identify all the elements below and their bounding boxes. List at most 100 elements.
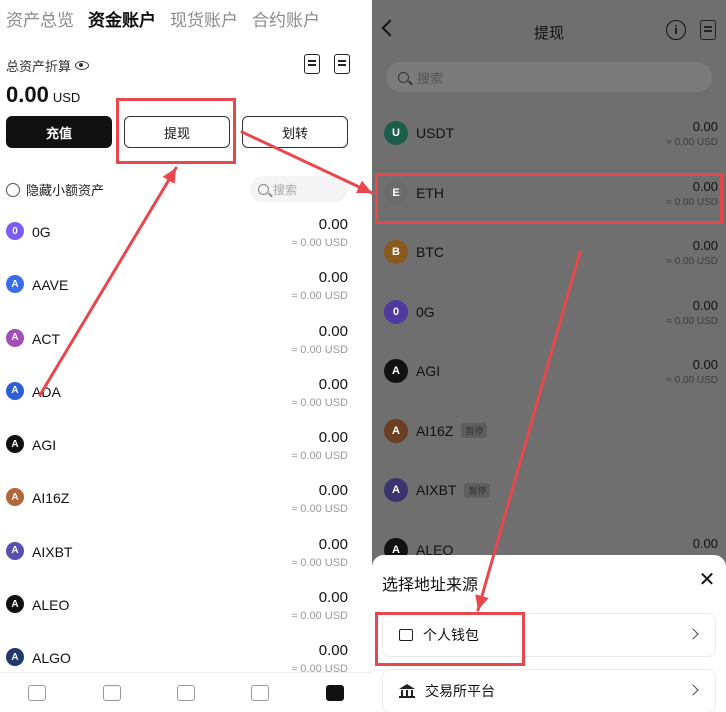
deposit-button[interactable]: 充值 — [6, 116, 112, 148]
suspended-badge: 暂停 — [464, 482, 491, 498]
wallet-icon[interactable] — [325, 684, 344, 701]
withdraw-header: 提现 i — [372, 0, 726, 60]
list-item[interactable]: A AI16Z 0.00 ≈ 0.00 USD — [0, 472, 372, 525]
coin-usd: ≈ 0.00 USD — [666, 375, 718, 386]
asset-usd: ≈ 0.00 USD — [291, 450, 348, 463]
asset-value: 0.00 — [318, 642, 348, 660]
suspended-badge: 暂停 — [461, 423, 488, 438]
chevron-right-icon — [687, 628, 699, 640]
total-balance: 0.00 USD — [6, 82, 80, 108]
home-icon[interactable] — [28, 684, 47, 701]
coin-value: 0.00 — [692, 119, 718, 134]
list-item[interactable]: A AIXBT 0.00 ≈ 0.00 USD — [0, 526, 372, 579]
asset-usd: ≈ 0.00 USD — [291, 556, 348, 569]
asset-value: 0.00 — [318, 589, 348, 607]
tab-futures-account[interactable]: 合约账户 — [252, 6, 320, 31]
search-icon — [398, 71, 409, 83]
coin-name: AIXBT — [416, 482, 457, 498]
chevron-right-icon — [687, 684, 699, 696]
asset-list: 0 0G 0.00 ≈ 0.00 USD A AAVE 0.00 ≈ 0.00 USD AA… — [0, 206, 372, 686]
coin-usd: ≈ 0.00 USD — [666, 315, 718, 327]
coin-usd: ≈ 0.00 USD — [666, 137, 718, 148]
list-item[interactable]: 0 0G 0.00 ≈ 0.00 USD — [372, 283, 726, 343]
top-icons — [304, 54, 350, 74]
coin-value: 0.00 — [692, 357, 718, 372]
coin-icon: 0 — [6, 222, 24, 240]
coin-icon: A — [6, 595, 24, 614]
trade-icon[interactable] — [176, 684, 195, 701]
asset-usd: ≈ 0.00 USD — [291, 396, 348, 409]
coin-icon: A — [384, 359, 408, 383]
hide-small-assets[interactable]: 隐藏小额资产 — [6, 180, 104, 199]
asset-search-input[interactable]: 搜索 — [250, 176, 348, 202]
asset-value: 0.00 — [318, 482, 348, 500]
bottom-nav — [0, 672, 372, 712]
records-icon[interactable] — [700, 20, 716, 40]
tab-spot-account[interactable]: 现货账户 — [170, 6, 238, 31]
list-item[interactable]: A AGI 0.00 ≈ 0.00 USD — [0, 419, 372, 472]
list-item[interactable]: U USDT 0.00 ≈ 0.00 USD — [372, 104, 726, 164]
list-item[interactable]: A AGI 0.00 ≈ 0.00 USD — [372, 342, 726, 402]
coin-icon: A — [6, 488, 24, 507]
asset-value: 0.00 — [318, 375, 348, 393]
account-tabs: 资产总览 资金账户 现货账户 合约账户 — [6, 6, 320, 31]
list-item[interactable]: A ALEO 0.00 ≈ 0.00 USD — [0, 579, 372, 632]
coin-icon: A — [384, 418, 408, 443]
info-icon[interactable]: i — [666, 20, 686, 40]
asset-usd: ≈ 0.00 USD — [291, 237, 348, 249]
coin-name: AI16Z — [416, 422, 454, 439]
asset-name: 0G — [32, 224, 51, 240]
withdraw-highlight — [116, 98, 236, 164]
asset-usd: ≈ 0.00 USD — [291, 610, 348, 623]
coin-value: 0.00 — [692, 297, 718, 313]
list-item[interactable]: A AIXBT 暂停 — [372, 461, 726, 521]
asset-name: ADA — [32, 383, 61, 400]
coin-icon: A — [6, 435, 24, 454]
coin-usd: ≈ 0.00 USD — [666, 256, 718, 267]
asset-usd: ≈ 0.00 USD — [291, 290, 348, 303]
records-icon[interactable] — [304, 54, 320, 74]
eth-highlight — [375, 173, 723, 224]
close-icon[interactable]: ✕ — [698, 570, 716, 590]
coin-icon: A — [384, 478, 408, 502]
total-assets-text: 总资产折算 — [6, 59, 72, 74]
coin-name: USDT — [416, 125, 455, 141]
list-item[interactable]: B BTC 0.00 ≈ 0.00 USD — [372, 223, 726, 283]
asset-value: 0.00 — [318, 269, 348, 287]
transfer-button[interactable]: 划转 — [242, 116, 348, 148]
coin-name: 0G — [416, 303, 435, 320]
list-item[interactable]: A ADA 0.00 ≈ 0.00 USD — [0, 366, 372, 419]
asset-usd: ≈ 0.00 USD — [291, 503, 348, 516]
eye-icon[interactable] — [75, 61, 90, 70]
asset-usd: ≈ 0.00 USD — [291, 343, 348, 356]
asset-name: AIXBT — [32, 543, 73, 560]
coin-value: 0.00 — [692, 535, 718, 551]
coin-icon: A — [6, 328, 24, 347]
tab-funding-account[interactable]: 资金账户 — [88, 6, 156, 31]
list-item[interactable]: A AAVE 0.00 ≈ 0.00 USD — [0, 259, 372, 312]
market-icon[interactable] — [102, 684, 121, 701]
coin-name: AGI — [416, 363, 441, 379]
list-item[interactable]: A AI16Z 暂停 — [372, 402, 726, 462]
asset-name: AGI — [32, 437, 57, 454]
asset-name: AAVE — [32, 277, 69, 294]
exchange-platform-option[interactable]: 交易所平台 — [382, 669, 716, 712]
coin-name: BTC — [416, 244, 444, 260]
asset-name: ACT — [32, 330, 60, 347]
sheet-title: 选择地址来源 — [382, 577, 479, 594]
list-item[interactable]: 0 0G 0.00 ≈ 0.00 USD — [0, 206, 372, 259]
tab-asset-overview[interactable]: 资产总览 — [6, 6, 74, 31]
coin-search-input[interactable]: 搜索 — [386, 62, 712, 92]
list-item[interactable]: A ACT 0.00 ≈ 0.00 USD — [0, 313, 372, 366]
search-placeholder: 搜索 — [417, 70, 444, 86]
coin-icon: A — [6, 275, 24, 294]
total-assets-label: 总资产折算 — [6, 56, 90, 75]
bill-icon[interactable] — [334, 54, 350, 74]
search-placeholder: 搜索 — [273, 182, 298, 197]
hide-small-radio[interactable] — [6, 182, 20, 197]
orders-icon[interactable] — [251, 684, 270, 701]
coin-icon: 0 — [384, 299, 408, 324]
asset-value: 0.00 — [318, 535, 348, 553]
coin-icon: A — [6, 541, 24, 560]
wallet-highlight — [375, 612, 525, 666]
